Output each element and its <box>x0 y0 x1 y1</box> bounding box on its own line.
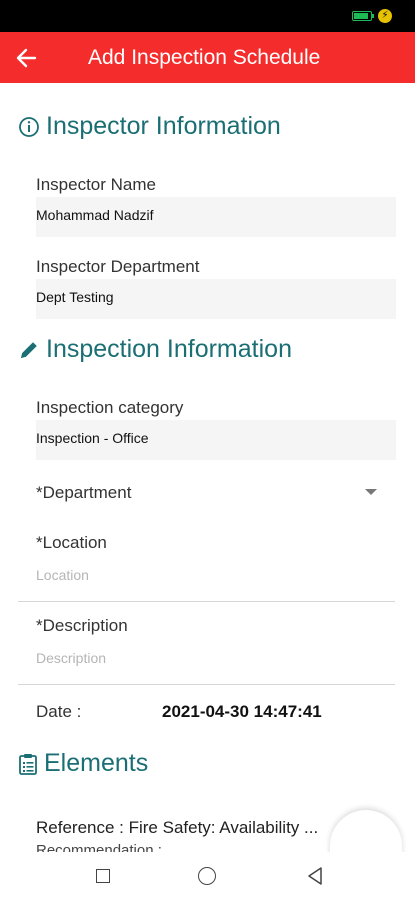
inspection-information-title: Inspection Information <box>46 335 292 363</box>
app-bar: Add Inspection Schedule <box>0 32 415 83</box>
inspection-information-heading: Inspection Information <box>18 335 292 364</box>
elements-heading: Elements <box>18 749 148 778</box>
battery-tip <box>372 14 374 18</box>
elements-title: Elements <box>44 749 149 777</box>
description-label: *Description <box>36 616 128 635</box>
info-circle-icon <box>18 116 40 138</box>
inspection-category-value: Inspection - Office <box>36 430 149 446</box>
recent-apps-icon[interactable] <box>96 869 110 883</box>
date-label: Date : <box>36 702 82 721</box>
system-nav-bar <box>0 852 415 900</box>
status-bar: ⚡ <box>0 0 415 32</box>
battery-icon <box>352 11 372 21</box>
chevron-down-icon[interactable] <box>365 489 377 495</box>
location-label: *Location <box>36 533 107 552</box>
pencil-icon <box>18 339 40 361</box>
inspector-information-title: Inspector Information <box>46 112 281 140</box>
arrow-left-icon <box>16 48 37 68</box>
inspector-name-value: Mohammad Nadzif <box>36 207 154 223</box>
inspection-category-label: Inspection category <box>36 398 184 417</box>
home-icon[interactable] <box>198 867 216 885</box>
inspector-department-value: Dept Testing <box>36 289 114 305</box>
inspector-department-label: Inspector Department <box>36 257 200 276</box>
inspector-department-field[interactable]: Dept Testing <box>36 279 396 319</box>
inspector-information-heading: Inspector Information <box>18 112 281 141</box>
clipboard-list-icon <box>18 753 38 775</box>
description-divider <box>18 684 395 685</box>
element-reference[interactable]: Reference : Fire Safety: Availability ..… <box>36 818 336 838</box>
location-divider <box>18 601 395 602</box>
description-input[interactable]: Description <box>36 650 106 666</box>
inspector-name-label: Inspector Name <box>36 175 156 194</box>
back-button[interactable] <box>10 32 42 83</box>
page-title: Add Inspection Schedule <box>88 46 321 69</box>
inspector-name-field[interactable]: Mohammad Nadzif <box>36 197 396 237</box>
date-value[interactable]: 2021-04-30 14:47:41 <box>162 702 322 722</box>
charging-icon: ⚡ <box>378 9 392 23</box>
department-label[interactable]: *Department <box>36 483 131 503</box>
inspection-category-field[interactable]: Inspection - Office <box>36 420 396 460</box>
nav-back-icon[interactable] <box>306 866 324 886</box>
element-recommendation: Recommendation : <box>36 842 162 852</box>
location-input[interactable]: Location <box>36 567 89 583</box>
